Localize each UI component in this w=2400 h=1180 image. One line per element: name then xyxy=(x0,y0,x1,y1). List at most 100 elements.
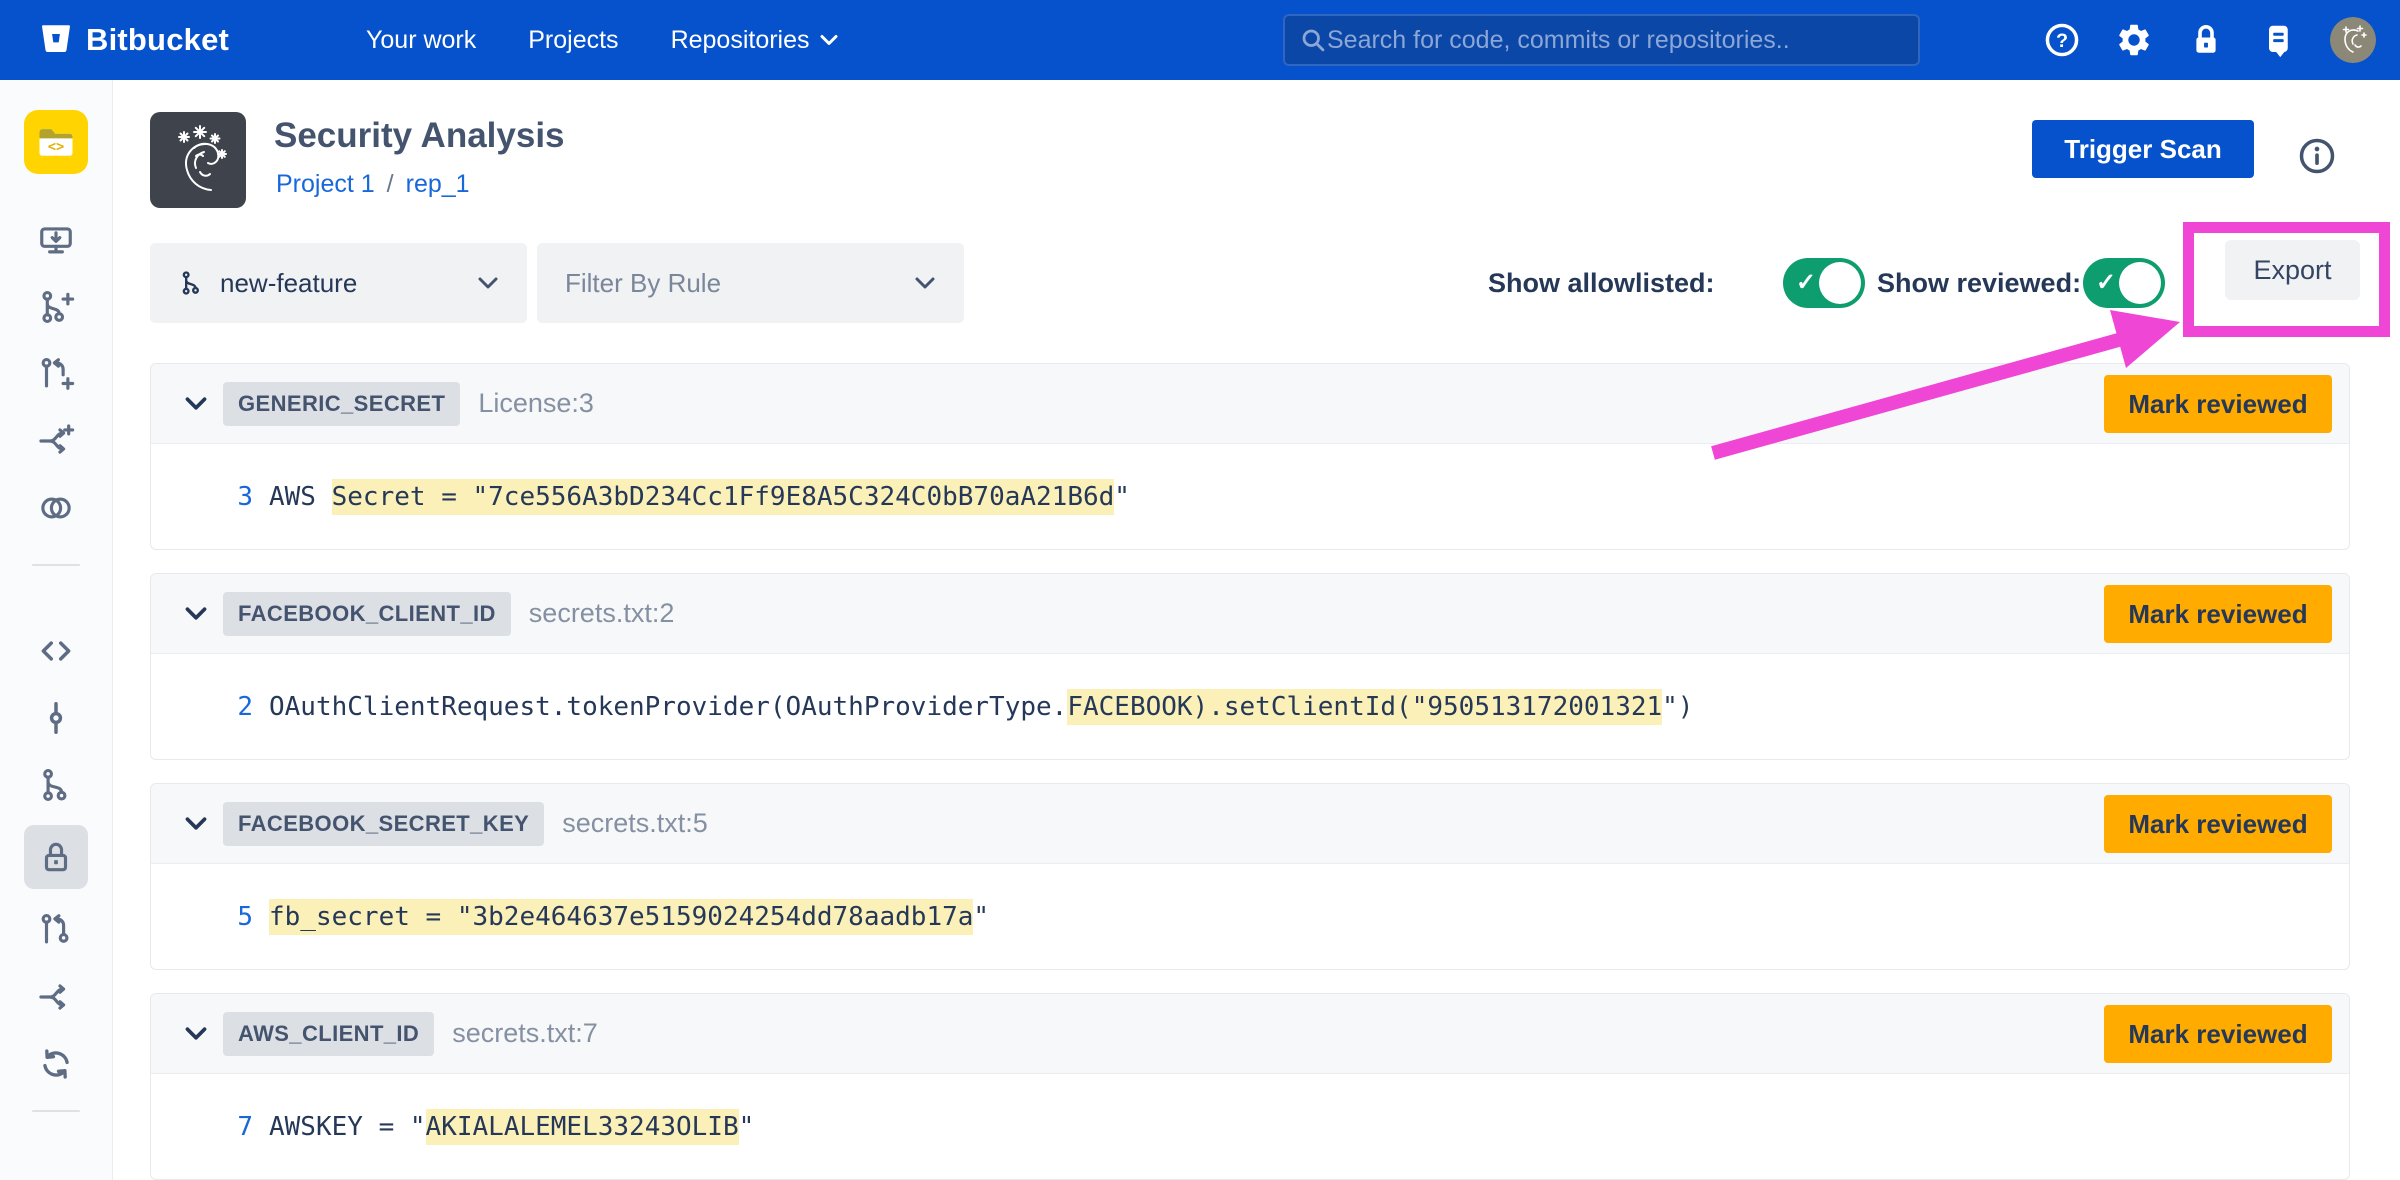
bitbucket-security-page: Bitbucket Your work Projects Repositorie… xyxy=(0,0,2400,1180)
line-number: 5 xyxy=(151,902,253,932)
finding-location: License:3 xyxy=(478,388,594,419)
finding-card: FACEBOOK_CLIENT_ID secrets.txt:2 Mark re… xyxy=(150,573,2350,760)
code-line: fb_secret = "3b2e464637e5159024254dd78aa… xyxy=(269,902,989,932)
nav-projects[interactable]: Projects xyxy=(528,26,618,55)
nav-your-work[interactable]: Your work xyxy=(366,26,476,55)
branch-selector-dropdown[interactable]: new-feature xyxy=(150,243,527,323)
help-icon[interactable]: ? xyxy=(2042,20,2082,60)
fork-plus-icon[interactable] xyxy=(34,419,78,463)
show-allowlisted-toggle[interactable]: ✓ xyxy=(1783,258,1865,308)
pipelines-sync-icon[interactable] xyxy=(34,1042,78,1086)
create-branch-icon[interactable] xyxy=(34,285,78,329)
pull-requests-icon[interactable] xyxy=(34,908,78,952)
code-line: AWS Secret = "7ce556A3bD234Cc1Ff9E8A5C32… xyxy=(269,482,1130,512)
finding-card: FACEBOOK_SECRET_KEY secrets.txt:5 Mark r… xyxy=(150,783,2350,970)
secret-highlight: FACEBOOK).setClientId("950513172001321 xyxy=(1067,689,1662,725)
svg-text:?: ? xyxy=(2056,30,2068,52)
rule-badge: GENERIC_SECRET xyxy=(223,382,460,426)
brand-name: Bitbucket xyxy=(86,22,229,58)
trigger-scan-button[interactable]: Trigger Scan xyxy=(2032,120,2254,178)
collapse-chevron-icon[interactable] xyxy=(183,601,209,627)
finding-header[interactable]: FACEBOOK_SECRET_KEY secrets.txt:5 Mark r… xyxy=(151,784,2349,864)
secret-highlight: fb_secret = "3b2e464637e5159024254dd78aa… xyxy=(269,899,973,935)
code-line: OAuthClientRequest.tokenProvider(OAuthPr… xyxy=(269,692,1693,722)
repo-avatar-large xyxy=(150,112,246,208)
branch-selected-label: new-feature xyxy=(220,268,357,299)
clone-icon[interactable] xyxy=(34,218,78,262)
nav-repositories[interactable]: Repositories xyxy=(671,26,838,55)
forks-icon[interactable] xyxy=(34,975,78,1019)
sidebar-divider-bottom xyxy=(32,1110,80,1112)
chevron-down-icon xyxy=(914,276,936,290)
show-allowlisted-label: Show allowlisted: xyxy=(1488,243,1715,323)
search-input[interactable] xyxy=(1327,26,1904,55)
check-icon: ✓ xyxy=(2096,268,2116,297)
settings-gear-icon[interactable] xyxy=(2114,20,2154,60)
line-number: 7 xyxy=(151,1112,253,1142)
lock-icon[interactable] xyxy=(2186,20,2226,60)
mark-reviewed-button[interactable]: Mark reviewed xyxy=(2104,375,2332,433)
toggle-knob xyxy=(2119,262,2161,304)
svg-text:<>: <> xyxy=(48,139,65,155)
finding-code-row: 3 AWS Secret = "7ce556A3bD234Cc1Ff9E8A5C… xyxy=(151,444,2349,550)
nav-icon-group: ? xyxy=(2042,0,2376,80)
search-icon xyxy=(1299,26,1327,54)
secret-highlight: AKIALALEMEL33243OLIB xyxy=(426,1109,739,1145)
line-number: 2 xyxy=(151,692,253,722)
finding-card: GENERIC_SECRET License:3 Mark reviewed 3… xyxy=(150,363,2350,550)
finding-code-row: 2 OAuthClientRequest.tokenProvider(OAuth… xyxy=(151,654,2349,760)
code-line: AWSKEY = "AKIALALEMEL33243OLIB" xyxy=(269,1112,754,1142)
finding-location: secrets.txt:2 xyxy=(529,598,675,629)
mark-reviewed-button[interactable]: Mark reviewed xyxy=(2104,795,2332,853)
chevron-down-icon xyxy=(477,276,499,290)
finding-card: AWS_CLIENT_ID secrets.txt:7 Mark reviewe… xyxy=(150,993,2350,1180)
breadcrumb-repo-link[interactable]: rep_1 xyxy=(406,170,470,199)
finding-header[interactable]: AWS_CLIENT_ID secrets.txt:7 Mark reviewe… xyxy=(151,994,2349,1074)
repo-avatar-small[interactable]: <> xyxy=(24,110,88,174)
finding-location: secrets.txt:7 xyxy=(452,1018,598,1049)
sidebar-divider xyxy=(32,564,80,566)
compare-icon[interactable] xyxy=(34,486,78,530)
rule-badge: AWS_CLIENT_ID xyxy=(223,1012,434,1056)
finding-header[interactable]: GENERIC_SECRET License:3 Mark reviewed xyxy=(151,364,2349,444)
security-lock-icon[interactable] xyxy=(24,825,88,889)
rule-badge: FACEBOOK_SECRET_KEY xyxy=(223,802,544,846)
finding-location: secrets.txt:5 xyxy=(562,808,708,839)
bitbucket-logo[interactable]: Bitbucket xyxy=(38,0,229,80)
commits-icon[interactable] xyxy=(34,696,78,740)
breadcrumb: Project 1 / rep_1 xyxy=(276,170,470,199)
finding-code-row: 5 fb_secret = "3b2e464637e5159024254dd78… xyxy=(151,864,2349,970)
mark-reviewed-button[interactable]: Mark reviewed xyxy=(2104,585,2332,643)
collapse-chevron-icon[interactable] xyxy=(183,811,209,837)
nav-links: Your work Projects Repositories xyxy=(366,0,838,80)
show-reviewed-label: Show reviewed: xyxy=(1877,243,2081,323)
rule-badge: FACEBOOK_CLIENT_ID xyxy=(223,592,511,636)
branches-icon[interactable] xyxy=(34,763,78,807)
create-pull-request-icon[interactable] xyxy=(34,352,78,396)
bitbucket-bucket-icon xyxy=(38,20,74,61)
user-avatar[interactable] xyxy=(2330,17,2376,63)
rule-filter-placeholder: Filter By Rule xyxy=(565,268,721,299)
chevron-down-icon xyxy=(820,34,838,46)
repo-sidebar: <> xyxy=(0,80,113,1180)
export-button[interactable]: Export xyxy=(2225,240,2360,300)
source-code-icon[interactable] xyxy=(34,629,78,673)
breadcrumb-separator: / xyxy=(387,170,394,199)
filter-by-rule-dropdown[interactable]: Filter By Rule xyxy=(537,243,964,323)
line-number: 3 xyxy=(151,482,253,512)
collapse-chevron-icon[interactable] xyxy=(183,1021,209,1047)
mark-reviewed-button[interactable]: Mark reviewed xyxy=(2104,1005,2332,1063)
show-reviewed-toggle[interactable]: ✓ xyxy=(2083,258,2165,308)
feedback-icon[interactable] xyxy=(2258,20,2298,60)
global-search[interactable] xyxy=(1283,14,1920,66)
branch-icon xyxy=(178,269,206,297)
finding-header[interactable]: FACEBOOK_CLIENT_ID secrets.txt:2 Mark re… xyxy=(151,574,2349,654)
finding-code-row: 7 AWSKEY = "AKIALALEMEL33243OLIB" xyxy=(151,1074,2349,1180)
breadcrumb-project-link[interactable]: Project 1 xyxy=(276,170,375,199)
collapse-chevron-icon[interactable] xyxy=(183,391,209,417)
secret-highlight: Secret = "7ce556A3bD234Cc1Ff9E8A5C324C0b… xyxy=(332,479,1115,515)
toggle-knob xyxy=(1819,262,1861,304)
top-navbar: Bitbucket Your work Projects Repositorie… xyxy=(0,0,2400,80)
page-title: Security Analysis xyxy=(274,116,565,156)
info-icon[interactable] xyxy=(2297,136,2337,176)
